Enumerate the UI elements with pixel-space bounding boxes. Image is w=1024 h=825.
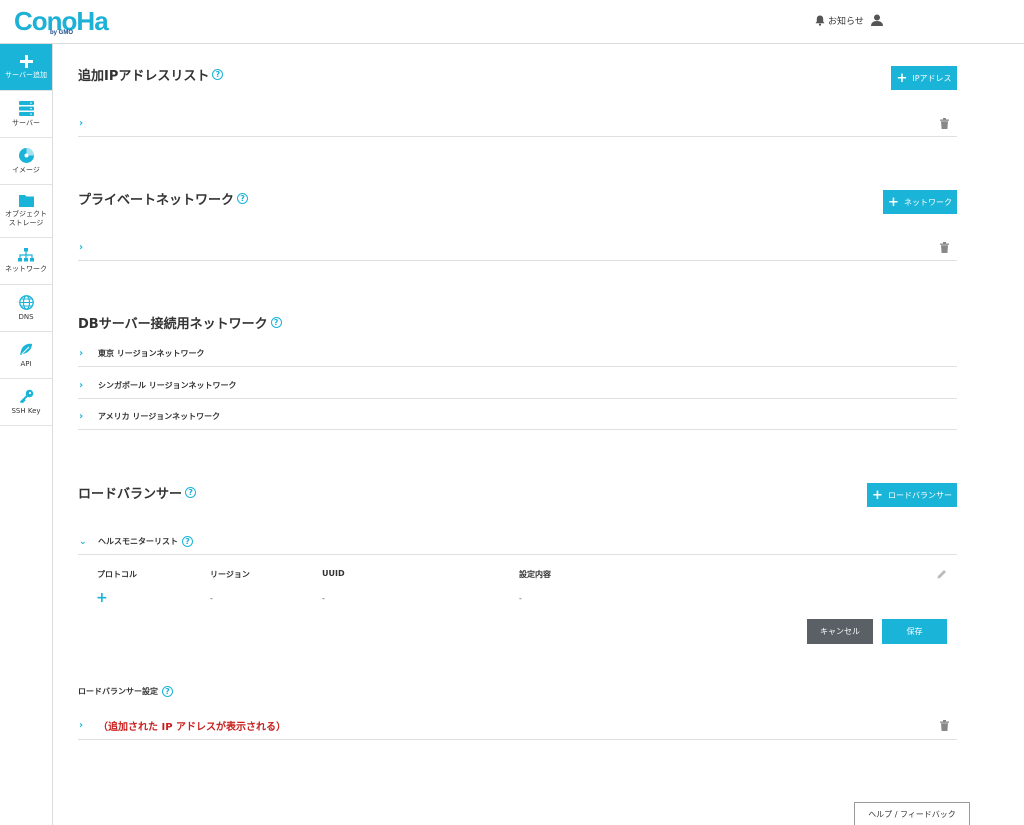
section-title-private-network: プライベートネットワーク ? (78, 189, 249, 208)
sidebar-item-label: ネットワーク (5, 265, 47, 273)
bell-icon (815, 15, 825, 26)
trash-icon[interactable] (940, 720, 949, 731)
sidebar-item-label: サーバー追加 (5, 70, 47, 79)
sidebar-item-label: DNS (18, 312, 34, 321)
trash-icon[interactable] (940, 117, 949, 129)
help-feedback-button[interactable]: ヘルプ / フィードバック (854, 802, 970, 825)
health-monitor-row[interactable]: ⌄ ヘルスモニターリスト ? (78, 529, 957, 555)
settings-title-text: ロードバランサー設定 (78, 687, 158, 696)
column-header-uuid: UUID (322, 569, 345, 578)
column-header-region: リージョン (210, 570, 250, 579)
private-network-row[interactable]: › (78, 234, 957, 261)
sidebar-item-server[interactable]: サーバー (0, 91, 52, 138)
sidebar-item-label: API (20, 359, 32, 368)
help-icon[interactable]: ? (182, 536, 193, 547)
sidebar-item-image[interactable]: イメージ (0, 138, 52, 185)
cell-settings: - (519, 594, 522, 603)
trash-icon[interactable] (940, 241, 949, 253)
region-label: 東京 リージョンネットワーク (98, 349, 205, 358)
button-label: ネットワーク (903, 197, 952, 207)
sidebar: サーバー追加 サーバー イメージ オブジェクト ストレージ ネットワーク DNS… (0, 44, 53, 825)
sidebar-item-api[interactable]: API (0, 332, 52, 379)
add-network-button[interactable]: + ネットワーク (883, 190, 957, 214)
button-label: ロードバランサー (887, 490, 952, 500)
section-title-text: DBサーバー接続用ネットワーク (78, 317, 268, 332)
cancel-button[interactable]: キャンセル (807, 619, 873, 644)
health-monitor-title: ヘルスモニターリスト (98, 537, 178, 546)
folder-icon (18, 195, 34, 207)
chevron-down-icon[interactable]: ⌄ (78, 537, 98, 547)
db-region-row-tokyo[interactable]: › 東京 リージョンネットワーク (78, 341, 957, 367)
section-title-load-balancer: ロードバランサー ? (78, 483, 197, 502)
notice-label: お知らせ (828, 17, 864, 27)
section-title-text: 追加IPアドレスリスト (78, 69, 210, 84)
section-title-text: ロードバランサー (78, 487, 183, 502)
logo-sub-text: by GMO (50, 30, 74, 36)
sidebar-item-network[interactable]: ネットワーク (0, 238, 52, 285)
button-label: IPアドレス (912, 73, 952, 83)
network-icon (18, 248, 34, 262)
add-health-monitor-icon[interactable]: + (96, 590, 108, 606)
sidebar-item-label: サーバー (12, 118, 40, 127)
help-icon[interactable]: ? (212, 69, 224, 80)
cell-region: - (210, 594, 213, 603)
section-title-text: プライベートネットワーク (78, 193, 235, 208)
load-balancer-settings-title: ロードバランサー設定 ? (78, 686, 173, 697)
user-icon[interactable] (871, 14, 883, 26)
globe-icon (18, 294, 34, 310)
key-icon (19, 389, 33, 403)
button-label: キャンセル (820, 627, 860, 636)
cell-uuid: - (322, 594, 325, 603)
db-region-row-america[interactable]: › アメリカ リージョンネットワーク (78, 403, 957, 430)
section-title-additional-ip: 追加IPアドレスリスト ? (78, 65, 224, 84)
help-icon[interactable]: ? (237, 193, 249, 204)
add-ip-address-button[interactable]: + IPアドレス (891, 66, 957, 90)
chevron-right-icon[interactable]: › (78, 720, 98, 731)
sidebar-item-dns[interactable]: DNS (0, 285, 52, 332)
chevron-right-icon[interactable]: › (78, 380, 98, 391)
region-label: アメリカ リージョンネットワーク (98, 411, 221, 421)
sidebar-item-label: SSH Key (11, 406, 41, 415)
button-label: ヘルプ / フィードバック (868, 810, 956, 819)
button-label: 保存 (906, 627, 923, 636)
column-header-protocol: プロトコル (97, 570, 137, 579)
pencil-icon[interactable] (937, 569, 947, 579)
sidebar-item-add-server[interactable]: サーバー追加 (0, 44, 52, 91)
sidebar-item-object-storage[interactable]: オブジェクト ストレージ (0, 185, 52, 238)
plus-icon: + (872, 487, 883, 503)
sidebar-item-label: オブジェクト ストレージ (5, 210, 47, 227)
column-header-settings: 設定内容 (519, 570, 551, 579)
top-header: ConoHa by GMO お知らせ (0, 0, 1024, 44)
additional-ip-row[interactable]: › (78, 110, 957, 137)
disc-icon (18, 147, 34, 163)
help-icon[interactable]: ? (270, 317, 282, 328)
sidebar-item-ssh-key[interactable]: SSH Key (0, 379, 52, 426)
settings-note: （追加された IP アドレスが表示される） (98, 722, 287, 733)
db-region-row-singapore[interactable]: › シンガポール リージョンネットワーク (78, 372, 957, 399)
plus-icon: + (888, 194, 899, 210)
chevron-right-icon[interactable]: › (78, 118, 98, 129)
help-icon[interactable]: ? (185, 487, 197, 498)
plus-icon (19, 54, 33, 68)
chevron-right-icon[interactable]: › (78, 348, 98, 359)
save-button[interactable]: 保存 (882, 619, 947, 644)
chevron-right-icon[interactable]: › (78, 411, 98, 422)
server-icon (18, 100, 34, 116)
sidebar-item-label: イメージ (12, 165, 40, 174)
section-title-db-network: DBサーバー接続用ネットワーク ? (78, 313, 282, 332)
help-icon[interactable]: ? (162, 686, 173, 697)
api-icon (19, 343, 32, 355)
conoha-logo[interactable]: ConoHa by GMO (14, 8, 109, 38)
notice-link[interactable]: お知らせ (815, 14, 864, 27)
load-balancer-settings-row[interactable]: › （追加された IP アドレスが表示される） (78, 712, 957, 740)
chevron-right-icon[interactable]: › (78, 242, 98, 253)
plus-icon: + (896, 70, 908, 86)
add-load-balancer-button[interactable]: + ロードバランサー (867, 483, 957, 507)
region-label: シンガポール リージョンネットワーク (98, 380, 237, 390)
